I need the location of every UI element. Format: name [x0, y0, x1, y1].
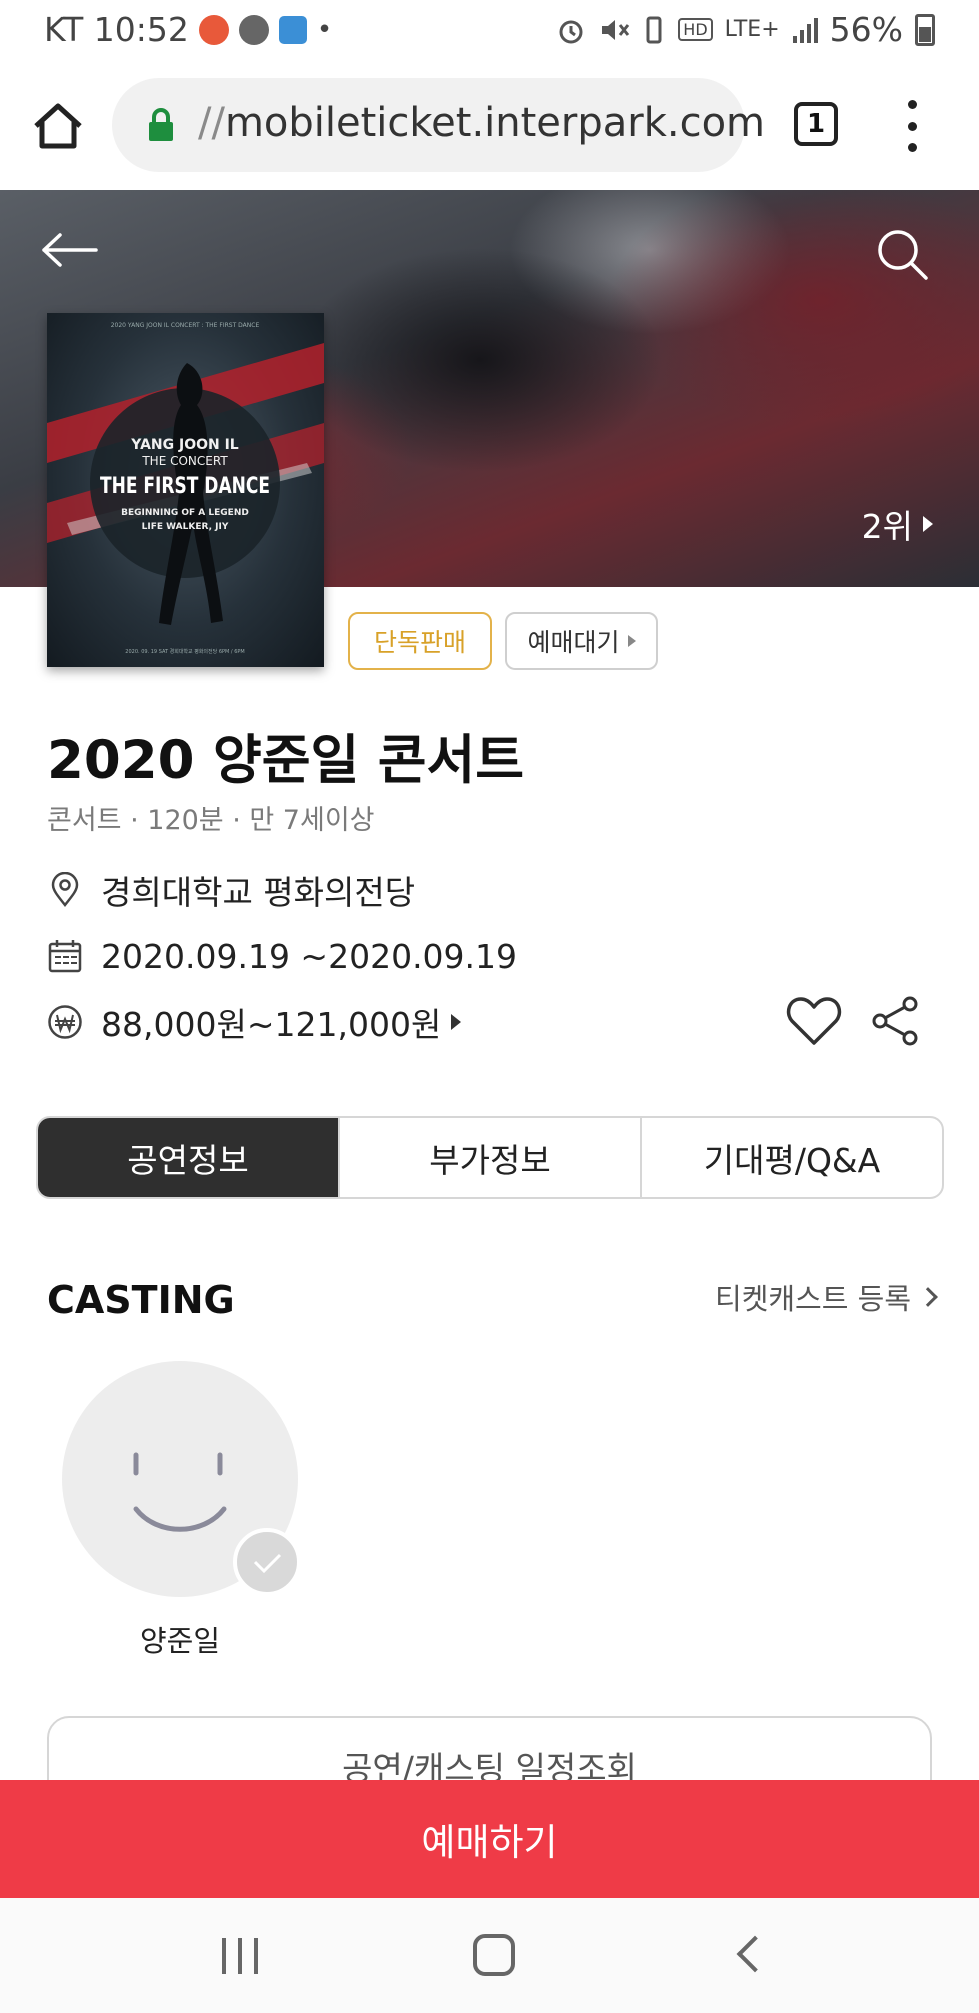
- poster-subtitle-2: LIFE WALKER, JIY: [142, 522, 229, 532]
- system-back-icon[interactable]: [736, 1935, 774, 1973]
- caret-right-icon: [923, 516, 933, 532]
- url-prefix: //: [198, 100, 225, 146]
- network-type: LTE+: [724, 17, 780, 42]
- caret-right-icon: [451, 1014, 462, 1030]
- venue-row[interactable]: 경희대학교 평화의전당: [47, 868, 415, 912]
- ticketcast-register-label: 티켓캐스트 등록: [715, 1282, 911, 1316]
- battery-percent: 56%: [829, 10, 903, 49]
- alarm-icon: [559, 20, 583, 43]
- more-notifications-dot: •: [316, 14, 333, 45]
- caret-right-icon: [627, 635, 636, 647]
- show-dates: 2020.09.19 ~2020.09.19: [101, 936, 518, 976]
- poster-main-title: THE FIRST DANCE: [100, 474, 270, 499]
- poster-artist: YANG JOON IL: [130, 437, 239, 453]
- poster-bottom-line: 2020. 09. 19 SAT 경희대학교 평화의전당 6PM / 6PM: [125, 648, 244, 655]
- tab-reviews-qa[interactable]: 기대평/Q&A: [640, 1118, 942, 1197]
- tab-switcher-button[interactable]: 1: [794, 102, 838, 146]
- battery-icon: [915, 13, 935, 46]
- heart-icon[interactable]: [786, 995, 842, 1047]
- price-range: 88,000원~121,000원: [101, 1005, 442, 1044]
- won-icon: [48, 1005, 82, 1039]
- calendar-icon: [48, 940, 82, 973]
- check-icon[interactable]: [233, 1528, 301, 1596]
- poster-subtitle-1: BEGINNING OF A LEGEND: [121, 508, 249, 518]
- casting-heading: CASTING: [47, 1278, 235, 1322]
- home-icon[interactable]: [30, 98, 86, 154]
- signal-icon: [792, 17, 818, 43]
- poster-artwork: 2020 YANG JOON IL CONCERT : THE FIRST DA…: [47, 322, 324, 655]
- rank-label: 2위: [861, 507, 913, 546]
- chrome-notification-icon: [238, 14, 269, 45]
- poster-top-line: 2020 YANG JOON IL CONCERT : THE FIRST DA…: [111, 322, 260, 329]
- venue-name: 경희대학교 평화의전당: [101, 873, 416, 912]
- tab-performance-info[interactable]: 공연정보: [38, 1118, 338, 1197]
- mute-icon: [602, 19, 630, 40]
- poster-the-concert: THE CONCERT: [141, 454, 228, 468]
- cast-member-name: 양준일: [139, 1624, 221, 1658]
- status-right: HD LTE+ 56%: [556, 10, 935, 49]
- app-notification-icon: [198, 14, 229, 45]
- ranking-link[interactable]: 2위: [862, 500, 933, 548]
- ticketcast-register-link[interactable]: 티켓캐스트 등록: [715, 1276, 938, 1318]
- status-left: KT 10:52 •: [44, 10, 332, 49]
- poster-image[interactable]: 2020 YANG JOON IL CONCERT : THE FIRST DA…: [47, 313, 324, 667]
- browser-toolbar: //mobileticket.interpark.com 1: [0, 62, 979, 190]
- url-text: //mobileticket.interpark.com: [198, 100, 765, 146]
- tab-additional-info[interactable]: 부가정보: [338, 1118, 640, 1197]
- status-bar: KT 10:52 • HD LTE+ 56%: [0, 0, 979, 62]
- search-icon[interactable]: [874, 226, 930, 282]
- system-nav-bar: [0, 1898, 979, 2013]
- back-arrow-icon[interactable]: [40, 230, 100, 270]
- show-title: 2020 양준일 콘서트: [47, 730, 524, 791]
- hd-badge: HD: [678, 18, 713, 41]
- waitlist-label: 예매대기: [527, 628, 620, 657]
- exclusive-sale-badge: 단독판매: [348, 612, 492, 670]
- menu-dots-icon[interactable]: [900, 100, 924, 152]
- waitlist-button[interactable]: 예매대기: [505, 612, 658, 670]
- book-button[interactable]: 예매하기: [0, 1780, 979, 1898]
- location-pin-icon: [51, 872, 79, 908]
- vibrate-icon: [646, 16, 662, 43]
- price-row[interactable]: 88,000원~121,000원: [47, 1000, 462, 1044]
- chevron-right-icon: [918, 1287, 938, 1307]
- recent-apps-icon[interactable]: [222, 1938, 258, 1974]
- system-home-icon[interactable]: [473, 1934, 515, 1976]
- show-meta: 콘서트 · 120분 · 만 7세이상: [47, 805, 375, 836]
- carrier-time: KT 10:52: [44, 10, 189, 49]
- date-row: 2020.09.19 ~2020.09.19: [47, 934, 517, 978]
- lock-icon: [149, 108, 173, 141]
- map-notification-icon: [278, 15, 307, 44]
- info-tabs: 공연정보 부가정보 기대평/Q&A: [36, 1116, 944, 1199]
- url-bar[interactable]: //mobileticket.interpark.com: [112, 78, 765, 172]
- url-host: mobileticket.interpark.com: [224, 100, 766, 146]
- share-icon[interactable]: [870, 995, 920, 1047]
